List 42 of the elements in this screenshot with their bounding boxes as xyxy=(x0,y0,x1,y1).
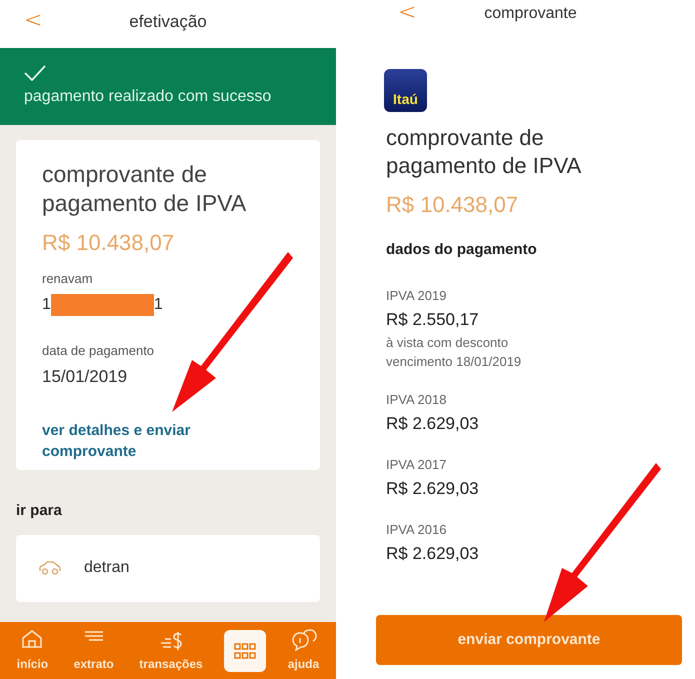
item-label: IPVA 2016 xyxy=(386,520,448,538)
section-title: ir para xyxy=(15,501,63,521)
details-link[interactable]: ver detalhes e enviar comprovante xyxy=(42,420,232,462)
item-value: R$ 2.629,03 xyxy=(386,413,480,435)
nav-item-active[interactable] xyxy=(224,630,266,672)
help-bubble-icon xyxy=(290,628,316,650)
field-value: 15/01/2019 xyxy=(42,366,128,388)
amount: R$ 10.438,07 xyxy=(386,191,520,219)
item-value: R$ 2.629,03 xyxy=(386,478,480,500)
field-value: 1 xyxy=(42,294,51,314)
nav-item[interactable]: extrato xyxy=(70,628,118,672)
item-value: R$ 2.629,03 xyxy=(386,543,480,565)
item-note: vencimento 18/01/2019 xyxy=(386,353,522,371)
bank-logo: Itaú xyxy=(384,69,427,112)
check-icon xyxy=(24,64,46,80)
nav-item[interactable]: transações xyxy=(135,628,207,672)
item-label: IPVA 2019 xyxy=(386,286,448,304)
car-icon xyxy=(38,561,62,575)
screen-title: comprovante xyxy=(484,4,577,24)
item-label: IPVA 2018 xyxy=(386,390,448,408)
card-title: comprovante de pagamento de IPVA xyxy=(42,160,248,218)
nav-item[interactable]: ajuda xyxy=(284,628,324,672)
shortcut-item[interactable]: detran xyxy=(16,534,320,602)
shortcut-label: detran xyxy=(84,558,130,578)
field-label: renavam xyxy=(42,270,94,288)
item-value: R$ 2.550,17 xyxy=(386,309,480,331)
item-label: IPVA 2017 xyxy=(386,456,448,474)
lines-icon xyxy=(82,628,105,640)
home-icon xyxy=(21,628,44,648)
receipt-title: comprovante de pagamento de IPVA xyxy=(386,124,582,180)
screen-title: efetivação xyxy=(129,11,207,34)
section-title: dados do pagamento xyxy=(386,240,538,260)
amount: R$ 10.438,07 xyxy=(42,229,176,257)
field-value: 1 xyxy=(154,294,163,314)
back-button[interactable]: < xyxy=(398,2,416,24)
nav-item[interactable]: início xyxy=(12,628,52,672)
grid-icon xyxy=(234,642,256,658)
field-label: data de pagamento xyxy=(42,342,156,360)
item-note: à vista com desconto xyxy=(386,334,510,352)
success-message: pagamento realizado com sucesso xyxy=(24,86,272,106)
back-button[interactable]: < xyxy=(24,10,42,32)
send-receipt-button[interactable]: enviar comprovante xyxy=(376,615,682,665)
